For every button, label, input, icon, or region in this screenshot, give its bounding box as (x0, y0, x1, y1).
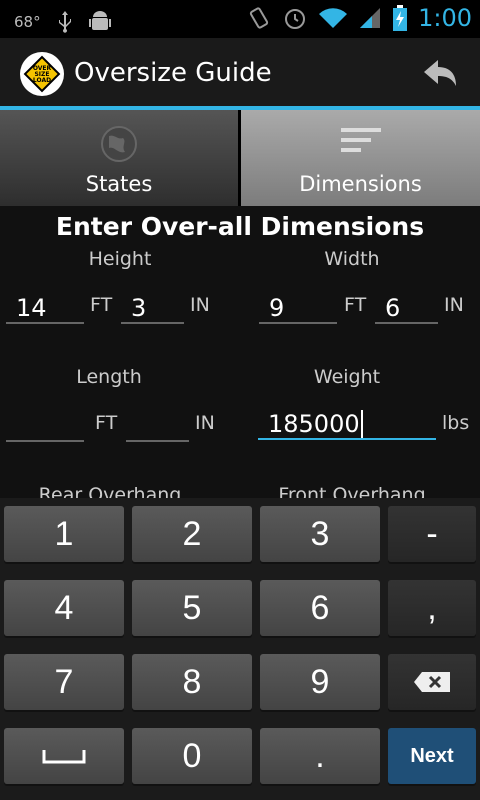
android-debug-icon (88, 11, 111, 30)
key-2[interactable]: 2 (132, 506, 252, 562)
rear-overhang-label: Rear Overhang (38, 484, 182, 498)
key-5[interactable]: 5 (132, 580, 252, 636)
key-7[interactable]: 7 (4, 654, 124, 710)
dimensions-lines-icon (340, 128, 381, 152)
height-in-unit: IN (190, 294, 210, 316)
weight-label: Weight (313, 366, 381, 388)
app-logo[interactable]: OVER SIZE LOAD (20, 52, 64, 96)
next-button[interactable]: Next (388, 728, 476, 784)
signal-icon (360, 8, 381, 28)
key-1[interactable]: 1 (4, 506, 124, 562)
space-bar-icon (42, 750, 86, 764)
tab-label: Dimensions (299, 172, 422, 196)
height-ft-input[interactable]: 14 (6, 284, 84, 324)
height-ft-unit: FT (90, 294, 113, 316)
battery-temperature: 68° (14, 13, 41, 31)
app-title: Oversize Guide (74, 58, 272, 88)
weight-value: 185000 (268, 410, 360, 438)
tab-bar: States Dimensions (0, 110, 480, 206)
clock: 1:00 (418, 4, 472, 32)
oversize-load-sign-icon: OVER SIZE LOAD (23, 55, 61, 93)
svg-text:LOAD: LOAD (33, 77, 51, 84)
length-ft-input[interactable] (6, 402, 84, 442)
height-label: Height (88, 248, 152, 270)
backspace-icon (414, 672, 450, 692)
key-6[interactable]: 6 (260, 580, 380, 636)
form-heading: Enter Over-all Dimensions (55, 212, 425, 241)
dimensions-form: Enter Over-all Dimensions Height Width 1… (0, 206, 480, 498)
width-label: Width (324, 248, 380, 270)
key-0[interactable]: 0 (132, 728, 252, 784)
tab-label: States (85, 172, 153, 196)
height-in-input[interactable]: 3 (121, 284, 184, 324)
tab-states[interactable]: States (0, 110, 238, 206)
width-ft-input[interactable]: 9 (259, 284, 337, 324)
back-icon[interactable] (420, 54, 460, 94)
key-4[interactable]: 4 (4, 580, 124, 636)
text-cursor (360, 410, 363, 438)
status-bar: 68° 1:00 (0, 0, 480, 38)
length-label: Length (76, 366, 142, 388)
key-space[interactable] (4, 728, 124, 784)
width-in-input[interactable]: 6 (375, 284, 438, 324)
battery-charging-icon (393, 5, 408, 31)
weight-input[interactable]: 185000 (258, 400, 436, 440)
key-backspace[interactable] (388, 654, 476, 710)
length-ft-unit: FT (95, 412, 118, 434)
key-minus[interactable]: - (388, 506, 476, 562)
globe-icon (101, 126, 137, 162)
key-comma[interactable]: , (388, 580, 476, 636)
key-8[interactable]: 8 (132, 654, 252, 710)
alarm-icon (285, 9, 306, 29)
numeric-keyboard: 1 2 3 - 4 5 6 , 7 8 9 0 . Next (0, 498, 480, 800)
key-3[interactable]: 3 (260, 506, 380, 562)
key-period[interactable]: . (260, 728, 380, 784)
width-in-unit: IN (444, 294, 464, 316)
weight-unit: lbs (442, 412, 470, 434)
length-in-unit: IN (195, 412, 215, 434)
wifi-icon (319, 8, 348, 28)
front-overhang-label: Front Overhang (278, 484, 426, 498)
width-ft-unit: FT (344, 294, 367, 316)
vibrate-icon (249, 7, 269, 29)
length-in-input[interactable] (126, 402, 189, 442)
usb-icon (58, 11, 71, 33)
key-9[interactable]: 9 (260, 654, 380, 710)
tab-dimensions[interactable]: Dimensions (241, 110, 480, 206)
